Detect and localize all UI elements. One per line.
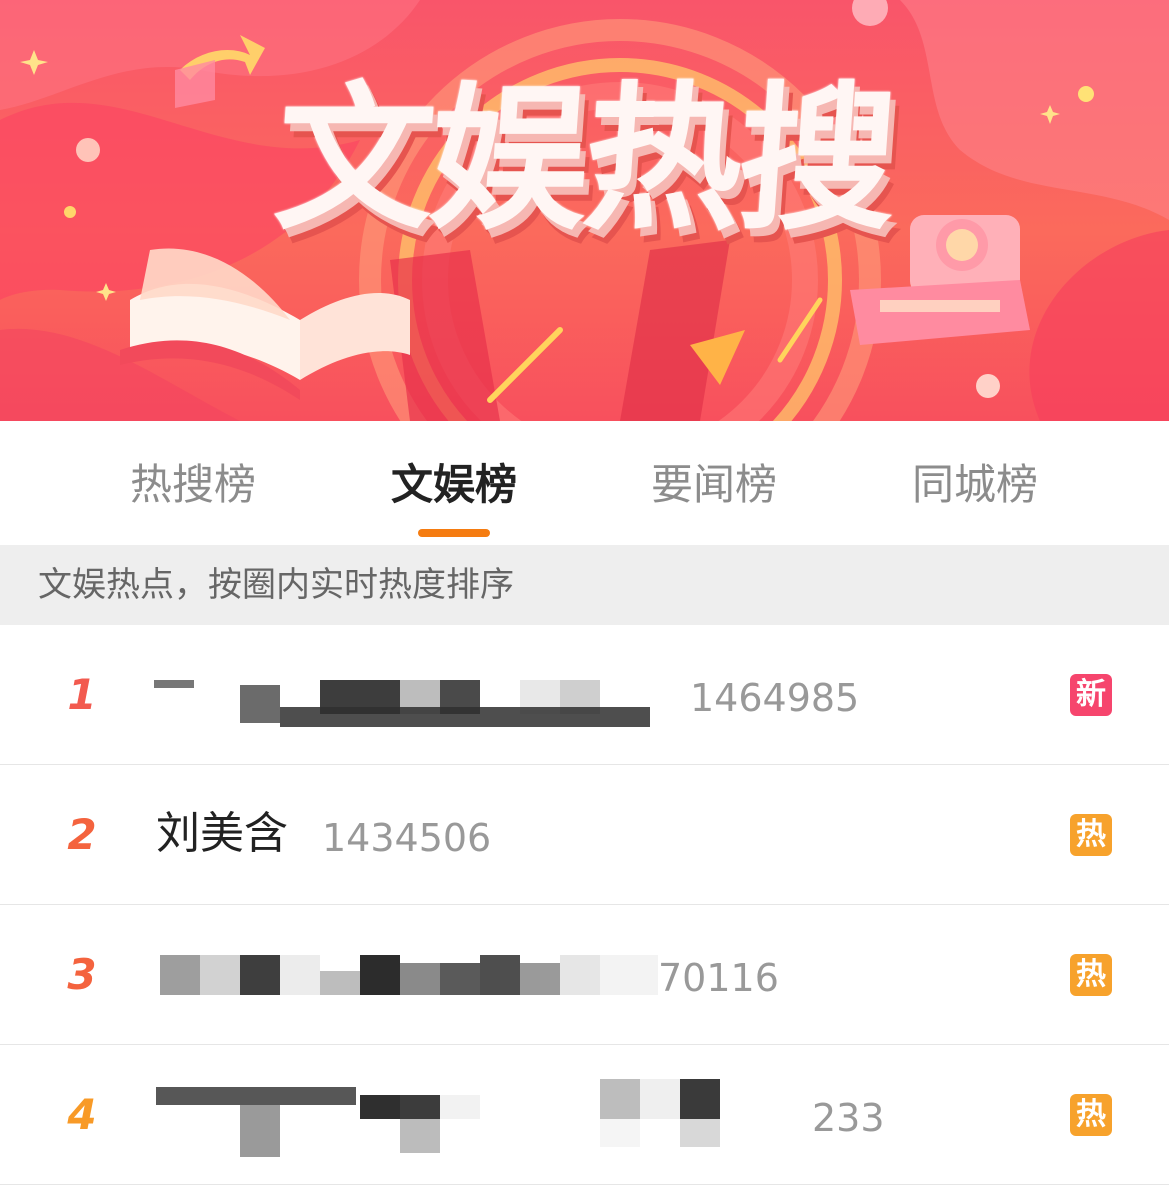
hot-search-list: 1 1464985 新 2 刘美含 1434506 热 3 70116 热 4 … [0, 625, 1169, 1185]
tab-bar: 热搜榜 文娱榜 要闻榜 同城榜 [0, 421, 1169, 545]
tab-local[interactable]: 同城榜 [875, 459, 1075, 511]
heat-count: 70116 [658, 956, 779, 1000]
hot-badge: 热 [1070, 814, 1112, 856]
list-description: 文娱热点，按圈内实时热度排序 [0, 545, 1169, 625]
hot-badge: 热 [1070, 1094, 1112, 1136]
list-item[interactable]: 2 刘美含 1434506 热 [0, 765, 1169, 905]
rank-number: 1 [67, 670, 97, 719]
list-item[interactable]: 3 70116 热 [0, 905, 1169, 1045]
new-badge: 新 [1070, 674, 1112, 716]
tab-entertainment[interactable]: 文娱榜 [354, 459, 554, 511]
heat-count: 233 [812, 1096, 885, 1140]
rank-number: 4 [67, 1090, 97, 1139]
banner-title: 文娱热搜 [270, 68, 899, 252]
banner: 文娱热搜 [0, 0, 1169, 421]
hot-badge: 热 [1070, 954, 1112, 996]
tab-news[interactable]: 要闻榜 [614, 459, 814, 511]
item-title: 刘美含 [156, 808, 288, 859]
rank-number: 3 [67, 950, 97, 999]
tab-hot-search[interactable]: 热搜榜 [93, 459, 293, 511]
rank-number: 2 [67, 810, 97, 859]
heat-count: 1434506 [322, 816, 492, 860]
list-item[interactable]: 4 233 热 [0, 1045, 1169, 1185]
heat-count: 1464985 [690, 676, 860, 720]
active-tab-indicator [418, 529, 490, 537]
list-item[interactable]: 1 1464985 新 [0, 625, 1169, 765]
